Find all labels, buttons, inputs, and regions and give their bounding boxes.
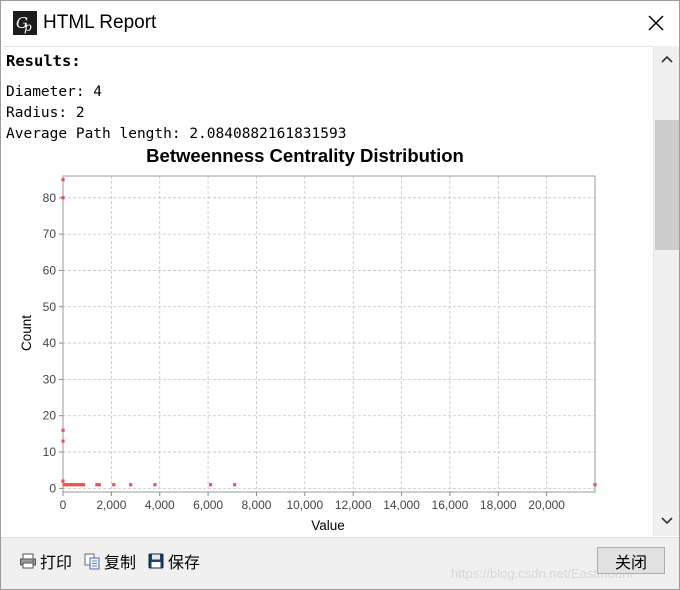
save-button[interactable]: 保存 — [147, 549, 200, 573]
data-point — [81, 483, 86, 487]
report-content: Results: Diameter: 4 Radius: 2 Average P… — [3, 46, 653, 536]
x-tick-label: 0 — [60, 498, 67, 512]
y-tick-label: 80 — [43, 191, 57, 205]
data-point — [153, 483, 157, 487]
close-dialog-button[interactable]: 关闭 — [597, 547, 665, 574]
data-point — [593, 483, 597, 487]
betweenness-chart: Betweenness Centrality Distribution 0 2,0… — [19, 145, 597, 533]
data-point — [129, 483, 133, 487]
x-tick-label: 6,000 — [193, 498, 223, 512]
floppy-disk-icon — [148, 553, 164, 569]
bottom-toolbar: 打印 复制 保存 https://blog.csdn.net/Eastmount… — [1, 537, 679, 589]
x-tick-label: 18,000 — [480, 498, 517, 512]
copy-label: 复制 — [104, 553, 137, 572]
svg-text:p: p — [24, 20, 32, 34]
scroll-up-button[interactable] — [654, 46, 680, 76]
x-tick-label: 4,000 — [145, 498, 175, 512]
y-tick-label: 0 — [49, 481, 56, 495]
y-tick-label: 60 — [43, 263, 57, 277]
window-close-button[interactable] — [637, 5, 675, 41]
average-path-length-text: Average Path length: 2.0840882161831593 — [6, 126, 347, 142]
y-tick-label: 40 — [43, 336, 57, 350]
data-point — [233, 483, 237, 487]
copy-icon — [84, 553, 100, 570]
y-tick-label: 50 — [43, 300, 57, 314]
x-tick-label: 14,000 — [383, 498, 420, 512]
close-icon — [648, 15, 664, 31]
printer-icon — [20, 553, 36, 569]
y-tick-label: 20 — [43, 409, 57, 423]
gephi-logo-icon: G p — [13, 11, 37, 35]
data-point — [61, 479, 65, 483]
x-tick-label: 10,000 — [286, 498, 323, 512]
scroll-thumb[interactable] — [655, 120, 679, 250]
data-point — [112, 483, 116, 487]
data-point — [61, 178, 65, 182]
save-label: 保存 — [168, 553, 201, 572]
report-window: G p HTML Report Results: Diameter: 4 Rad… — [0, 0, 680, 590]
x-tick-label: 12,000 — [335, 498, 372, 512]
window-title: HTML Report — [43, 12, 157, 33]
title-bar: G p HTML Report — [1, 1, 679, 45]
chart-title: Betweenness Centrality Distribution — [146, 145, 464, 166]
x-tick-label: 8,000 — [241, 498, 271, 512]
x-tick-label: 2,000 — [96, 498, 126, 512]
plot-area: 0 2,000 4,000 6,000 8,000 10,000 12,000 14,000 1… — [43, 175, 597, 512]
data-point — [208, 483, 213, 487]
copy-button[interactable]: 复制 — [83, 549, 136, 573]
diameter-text: Diameter: 4 — [6, 84, 103, 100]
y-axis-label: Count — [19, 315, 34, 351]
x-tick-label: 16,000 — [432, 498, 469, 512]
print-label: 打印 — [40, 553, 73, 572]
print-button[interactable]: 打印 — [19, 549, 72, 573]
x-tick-label: 20,000 — [528, 498, 565, 512]
data-point — [61, 428, 65, 432]
data-point — [97, 483, 101, 487]
radius-text: Radius: 2 — [6, 105, 85, 121]
scroll-down-button[interactable] — [654, 508, 680, 536]
chevron-down-icon — [661, 517, 673, 525]
y-tick-label: 30 — [43, 372, 57, 386]
results-heading: Results: — [6, 52, 81, 70]
vertical-scrollbar[interactable] — [653, 46, 679, 536]
y-tick-label: 10 — [43, 445, 57, 459]
chevron-up-icon — [661, 55, 673, 63]
x-axis-label: Value — [311, 518, 345, 533]
data-point — [61, 439, 65, 443]
plot-background — [63, 176, 595, 492]
y-tick-label: 70 — [43, 227, 57, 241]
data-point — [61, 196, 65, 200]
